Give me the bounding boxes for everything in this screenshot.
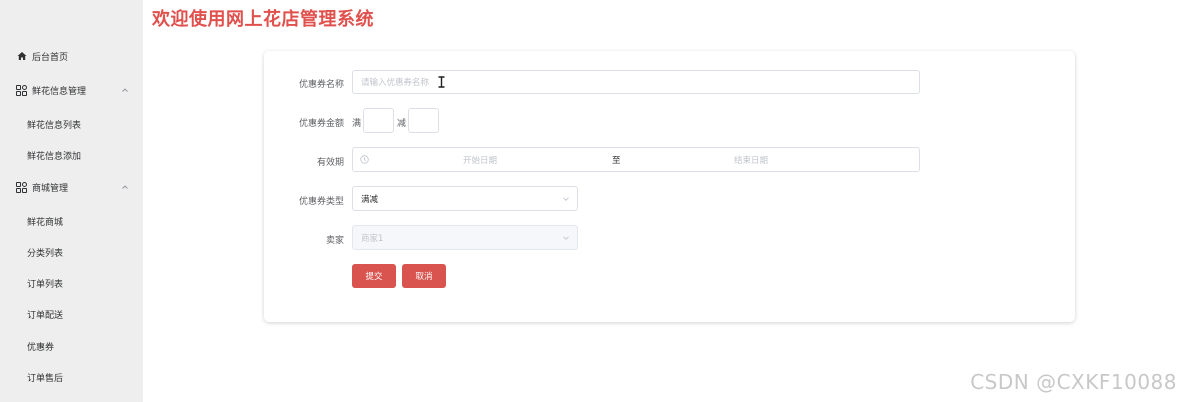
- sidebar-item-label: 鲜花信息管理: [32, 86, 87, 97]
- sidebar-item-category-list[interactable]: 分类列表: [0, 238, 143, 266]
- sidebar-item-home[interactable]: 后台首页: [0, 42, 143, 70]
- sidebar-item-label: 鲜花信息列表: [27, 120, 82, 131]
- home-icon: [16, 51, 27, 62]
- sidebar-item-label: 商城管理: [32, 183, 69, 194]
- sidebar-item-order-delivery[interactable]: 订单配送: [0, 300, 143, 328]
- sidebar-item-label: 订单列表: [27, 279, 64, 290]
- grid-icon: [16, 181, 27, 193]
- seller-placeholder: 商家1: [361, 233, 384, 244]
- sidebar-item-label: 鲜花商城: [27, 217, 64, 228]
- sidebar-item-after-sales[interactable]: 订单售后: [0, 363, 143, 391]
- amount-full-label: 满: [352, 119, 362, 129]
- sidebar-item-flower-mall[interactable]: 鲜花商城: [0, 207, 143, 235]
- sidebar-item-label: 订单售后: [27, 373, 64, 384]
- sidebar-item-order-list[interactable]: 订单列表: [0, 269, 143, 297]
- clock-icon: [360, 155, 369, 164]
- sidebar-item-label: 后台首页: [32, 52, 69, 63]
- text-cursor-icon: [437, 76, 446, 88]
- end-date-placeholder[interactable]: 结束日期: [734, 154, 768, 166]
- sidebar-item-coupon[interactable]: 优惠券: [0, 332, 143, 360]
- coupon-type-select[interactable]: 满减: [352, 186, 578, 211]
- submit-button[interactable]: 提交: [352, 264, 396, 288]
- chevron-down-icon: [562, 195, 570, 203]
- start-date-placeholder[interactable]: 开始日期: [463, 154, 497, 166]
- watermark: CSDN @CXKF10088: [970, 370, 1177, 394]
- chevron-up-icon: [121, 183, 129, 191]
- sidebar-item-label: 分类列表: [27, 248, 64, 259]
- sidebar-item-mall-management[interactable]: 商城管理: [0, 173, 143, 201]
- chevron-up-icon: [121, 86, 129, 94]
- amount-full-input[interactable]: [363, 108, 394, 133]
- sidebar-item-label: 优惠券: [27, 342, 55, 353]
- coupon-name-input[interactable]: 请输入优惠券名称: [352, 70, 920, 94]
- sidebar: 后台首页 鲜花信息管理 鲜花信息列表 鲜花信息添加 商城管理 鲜花商城 分类列表…: [0, 0, 143, 402]
- amount-minus-input[interactable]: [408, 108, 439, 133]
- amount-minus-label: 减: [397, 119, 407, 129]
- date-range-picker[interactable]: 开始日期 至 结束日期: [352, 147, 920, 172]
- seller-select[interactable]: 商家1: [352, 225, 578, 250]
- range-separator: 至: [612, 155, 621, 166]
- coupon-amount-label: 优惠券金额: [298, 119, 344, 129]
- page-title: 欢迎使用网上花店管理系统: [152, 9, 374, 30]
- sidebar-item-flower-add[interactable]: 鲜花信息添加: [0, 141, 143, 169]
- grid-icon: [16, 84, 27, 96]
- chevron-down-icon: [562, 234, 570, 242]
- seller-label: 卖家: [325, 236, 344, 246]
- sidebar-item-label: 订单配送: [27, 310, 64, 321]
- coupon-name-label: 优惠券名称: [298, 80, 344, 90]
- coupon-type-value: 满减: [361, 194, 379, 205]
- coupon-type-label: 优惠券类型: [298, 197, 344, 207]
- sidebar-item-flower-management[interactable]: 鲜花信息管理: [0, 76, 143, 104]
- coupon-form-card: 优惠券名称 请输入优惠券名称 优惠券金额 满 减 有效期 开始日期 至 结束日期…: [264, 51, 1075, 322]
- cancel-button[interactable]: 取消: [402, 264, 446, 288]
- coupon-name-placeholder: 请输入优惠券名称: [361, 78, 430, 88]
- sidebar-item-flower-list[interactable]: 鲜花信息列表: [0, 110, 143, 138]
- validity-period-label: 有效期: [316, 158, 344, 168]
- sidebar-item-label: 鲜花信息添加: [27, 151, 82, 162]
